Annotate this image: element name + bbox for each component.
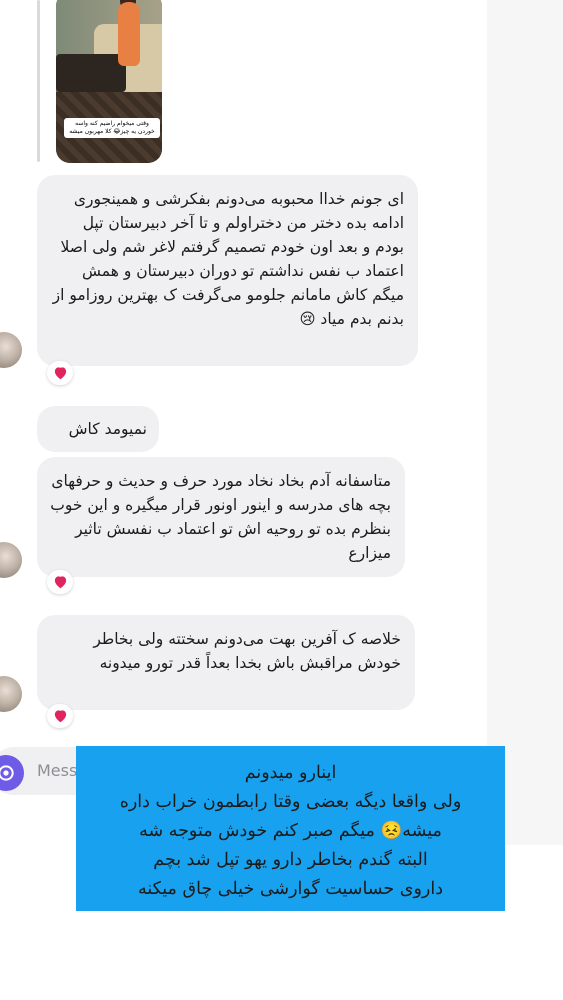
reaction-badge[interactable]: [47, 704, 73, 728]
heart-icon: [54, 576, 66, 589]
overlay-line: داروی حساسیت گوارشی خیلی چاق میکنه: [137, 879, 444, 899]
message-text: نمیومد کاش: [68, 420, 147, 438]
photo-caption: وقتی میخوام راضیم کنه واسه خوردن یه چیز😂…: [64, 118, 160, 138]
heart-icon: [54, 710, 66, 723]
overlay-line: اینارو میدونم: [244, 763, 337, 783]
message-bubble[interactable]: متاسفانه آدم بخاد نخاد مورد حرف و حدیث و…: [37, 457, 405, 577]
heart-icon: [54, 367, 66, 380]
overlay-line: البته گندم بخاطر دارو یهو تپل شد بچم: [153, 850, 428, 870]
message-text: متاسفانه آدم بخاد نخاد مورد حرف و حدیث و…: [50, 472, 391, 562]
message-bubble[interactable]: ای جونم خداا محبوبه می‌دونم بفکرشی و همی…: [37, 175, 418, 366]
message-text: ای جونم خداا محبوبه می‌دونم بفکرشی و همی…: [52, 190, 404, 328]
text-overlay: اینارو میدونم ولی واقعا دیگه بعضی وقتا ر…: [76, 746, 505, 911]
reply-quote-bar: [37, 0, 40, 162]
avatar[interactable]: [0, 542, 22, 578]
overlay-line: میشه😣 میگم صبر کنم خودش متوجه شه: [139, 821, 442, 841]
avatar[interactable]: [0, 332, 22, 368]
reaction-badge[interactable]: [47, 570, 73, 594]
side-margin: [487, 0, 563, 845]
camera-icon: [0, 765, 14, 781]
avatar[interactable]: [0, 676, 22, 712]
message-bubble[interactable]: خلاصه ک آفرین بهت می‌دونم سختته ولی بخاط…: [37, 615, 415, 710]
chat-thread: وقتی میخوام راضیم کنه واسه خوردن یه چیز😂…: [0, 0, 487, 845]
reaction-badge[interactable]: [47, 361, 73, 385]
message-bubble[interactable]: نمیومد کاش: [37, 406, 159, 452]
overlay-line: ولی واقعا دیگه بعضی وقتا رابطمون خراب دا…: [119, 792, 462, 812]
shared-story-photo[interactable]: وقتی میخوام راضیم کنه واسه خوردن یه چیز😂…: [56, 0, 162, 163]
message-input[interactable]: Message...: [37, 760, 77, 782]
message-text: خلاصه ک آفرین بهت می‌دونم سختته ولی بخاط…: [93, 630, 401, 672]
